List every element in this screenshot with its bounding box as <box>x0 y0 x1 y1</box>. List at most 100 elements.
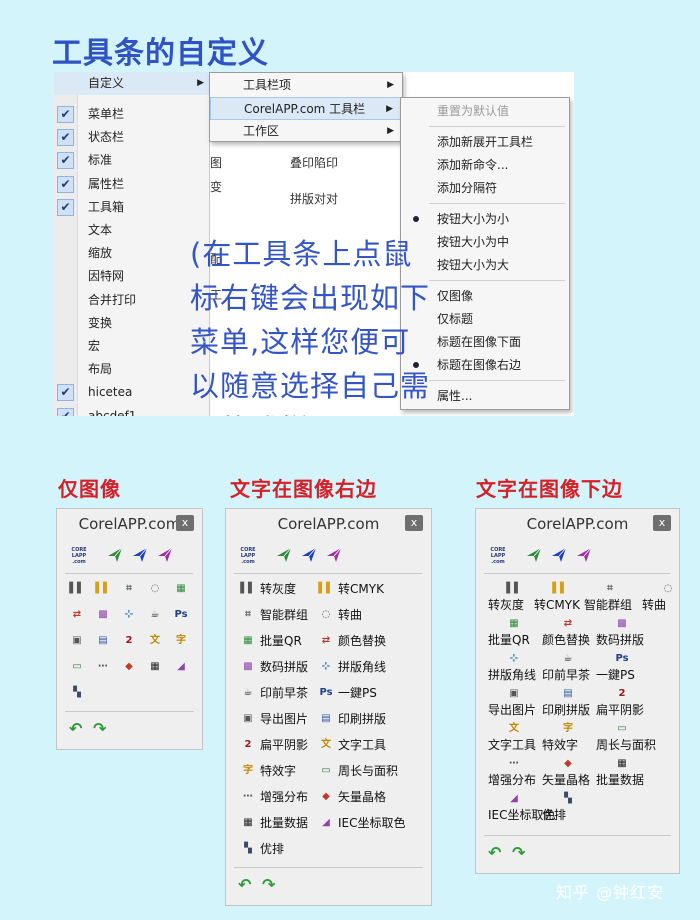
tool-21-icon[interactable]: ▚ <box>240 841 256 857</box>
send-blue-icon[interactable] <box>132 547 148 563</box>
tool-7-icon[interactable]: ▩ <box>614 616 630 632</box>
tool-19-icon[interactable]: ▦ <box>147 659 163 675</box>
menu-item-6[interactable]: 文本 <box>54 219 210 242</box>
menu-item-8[interactable]: 因特网 <box>54 265 210 288</box>
tool-8-icon[interactable]: ⊹ <box>121 607 137 623</box>
tool-15-icon[interactable]: 字 <box>173 633 189 649</box>
menu-item-1[interactable]: ✔ 菜单栏 <box>54 103 210 126</box>
tool-18-icon[interactable]: ◆ <box>318 789 334 805</box>
menu-item-4[interactable]: ✔ 属性栏 <box>54 173 210 196</box>
tool-21-icon[interactable]: ▚ <box>560 791 576 807</box>
undo-icon[interactable]: ↶ <box>69 721 85 737</box>
menu-item-5[interactable]: ✔ 工具箱 <box>54 196 210 219</box>
tool-11-icon[interactable]: ▣ <box>506 686 522 702</box>
menu-item-11[interactable]: 宏 <box>54 335 210 358</box>
tool-17-icon[interactable]: ⋯ <box>506 756 522 772</box>
close-button[interactable]: x <box>653 515 671 531</box>
tool-17-icon[interactable]: ⋯ <box>95 659 111 675</box>
send-purple-icon[interactable] <box>157 547 173 563</box>
tool-6-icon[interactable]: ⇄ <box>318 633 334 649</box>
toolbar-option-5[interactable]: 按钮大小为小 <box>401 208 569 231</box>
tool-3-icon[interactable]: ⌗ <box>240 607 256 623</box>
tool-5-icon[interactable]: ▦ <box>240 633 256 649</box>
tool-8-icon[interactable]: ⊹ <box>506 651 522 667</box>
tool-20-icon[interactable]: ◢ <box>506 791 522 807</box>
close-button[interactable]: x <box>176 515 194 531</box>
tool-12-icon[interactable]: ▤ <box>95 633 111 649</box>
tool-1-icon[interactable]: ▌▌ <box>506 581 522 597</box>
tool-19-icon[interactable]: ▦ <box>240 815 256 831</box>
tool-9-icon[interactable]: ☕ <box>240 685 256 701</box>
tool-18-icon[interactable]: ◆ <box>560 756 576 772</box>
tool-3-icon[interactable]: ⌗ <box>602 581 618 597</box>
tool-13-icon[interactable]: 2 <box>240 737 256 753</box>
menu-item-12[interactable]: 布局 <box>54 358 210 381</box>
tool-2-icon[interactable]: ▌▌ <box>552 581 568 597</box>
toolbar-option-4[interactable]: 添加分隔符 <box>401 177 569 200</box>
tool-7-icon[interactable]: ▩ <box>95 607 111 623</box>
undo-icon[interactable]: ↶ <box>488 845 504 861</box>
redo-icon[interactable]: ↷ <box>93 721 109 737</box>
tool-11-icon[interactable]: ▣ <box>240 711 256 727</box>
tool-10-icon[interactable]: Ps <box>173 607 189 623</box>
redo-icon[interactable]: ↷ <box>262 877 278 893</box>
menu-item-13[interactable]: ✔ hicetea <box>54 381 210 404</box>
send-purple-icon[interactable] <box>326 547 342 563</box>
corelapp-logo-icon[interactable]: CORE LAPP .com <box>67 545 91 567</box>
tool-18-icon[interactable]: ◆ <box>121 659 137 675</box>
tool-6-icon[interactable]: ⇄ <box>69 607 85 623</box>
tool-4-icon[interactable]: ◌ <box>147 581 163 597</box>
tool-14-icon[interactable]: 文 <box>318 737 334 753</box>
undo-icon[interactable]: ↶ <box>238 877 254 893</box>
menu-item-10[interactable]: 变换 <box>54 312 210 335</box>
tool-2-icon[interactable]: ▌▌ <box>318 581 334 597</box>
tool-1-icon[interactable]: ▌▌ <box>69 581 85 597</box>
tool-15-icon[interactable]: 字 <box>560 721 576 737</box>
tool-11-icon[interactable]: ▣ <box>69 633 85 649</box>
tool-9-icon[interactable]: ☕ <box>147 607 163 623</box>
menu-item-9[interactable]: 合并打印 <box>54 289 210 312</box>
tool-20-icon[interactable]: ◢ <box>173 659 189 675</box>
tool-14-icon[interactable]: 文 <box>506 721 522 737</box>
tool-4-icon[interactable]: ◌ <box>660 581 676 597</box>
toolbar-option-3[interactable]: 添加新命令... <box>401 154 569 177</box>
send-purple-icon[interactable] <box>576 547 592 563</box>
submenu-item-2[interactable]: CorelAPP.com 工具栏 ▶ <box>210 97 402 120</box>
submenu-item-1[interactable]: 工具栏项 ▶ <box>210 74 402 97</box>
send-blue-icon[interactable] <box>551 547 567 563</box>
tool-10-icon[interactable]: Ps <box>614 651 630 667</box>
corelapp-logo-icon[interactable]: CORE LAPP .com <box>486 545 510 567</box>
redo-icon[interactable]: ↷ <box>512 845 528 861</box>
tool-10-icon[interactable]: Ps <box>318 685 334 701</box>
tool-12-icon[interactable]: ▤ <box>560 686 576 702</box>
send-green-icon[interactable] <box>526 547 542 563</box>
tool-12-icon[interactable]: ▤ <box>318 711 334 727</box>
customize-menu-header[interactable]: 自定义 ▶ <box>54 72 210 95</box>
tool-5-icon[interactable]: ▦ <box>173 581 189 597</box>
tool-16-icon[interactable]: ▭ <box>614 721 630 737</box>
tool-6-icon[interactable]: ⇄ <box>560 616 576 632</box>
send-green-icon[interactable] <box>276 547 292 563</box>
tool-2-icon[interactable]: ▌▌ <box>95 581 111 597</box>
tool-5-icon[interactable]: ▦ <box>506 616 522 632</box>
corelapp-logo-icon[interactable]: CORE LAPP .com <box>236 545 260 567</box>
tool-9-icon[interactable]: ☕ <box>560 651 576 667</box>
send-blue-icon[interactable] <box>301 547 317 563</box>
tool-4-icon[interactable]: ◌ <box>318 607 334 623</box>
tool-16-icon[interactable]: ▭ <box>318 763 334 779</box>
tool-7-icon[interactable]: ▩ <box>240 659 256 675</box>
tool-17-icon[interactable]: ⋯ <box>240 789 256 805</box>
tool-8-icon[interactable]: ⊹ <box>318 659 334 675</box>
send-green-icon[interactable] <box>107 547 123 563</box>
tool-13-icon[interactable]: 2 <box>614 686 630 702</box>
tool-21-icon[interactable]: ▚ <box>69 685 85 701</box>
tool-15-icon[interactable]: 字 <box>240 763 256 779</box>
menu-item-14[interactable]: ✔ abcdef1 <box>54 405 210 416</box>
menu-item-3[interactable]: ✔ 标准 <box>54 149 210 172</box>
tool-1-icon[interactable]: ▌▌ <box>240 581 256 597</box>
tool-16-icon[interactable]: ▭ <box>69 659 85 675</box>
tool-3-icon[interactable]: ⌗ <box>121 581 137 597</box>
tool-19-icon[interactable]: ▦ <box>614 756 630 772</box>
menu-item-7[interactable]: 缩放 <box>54 242 210 265</box>
tool-14-icon[interactable]: 文 <box>147 633 163 649</box>
